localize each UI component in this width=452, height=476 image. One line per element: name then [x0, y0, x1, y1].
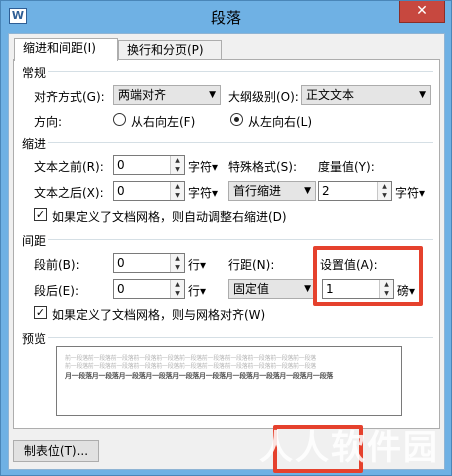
spin-up-icon[interactable]: ▲	[171, 254, 184, 263]
special-format-value: 首行缩进	[233, 184, 282, 198]
indent-before-unit[interactable]: 字符▾	[188, 158, 218, 175]
space-before-unit[interactable]: 行▾	[188, 256, 206, 273]
spinner-buttons: ▲ ▼	[170, 280, 184, 298]
spinner-buttons: ▲ ▼	[377, 182, 391, 200]
chevron-down-icon: ▼	[209, 90, 216, 100]
close-button[interactable]: ✕	[399, 1, 445, 23]
indent-grid-label[interactable]: 如果定义了文档网格，则自动调整右缩进(D)	[52, 208, 287, 225]
spinner-buttons: ▲ ▼	[170, 254, 184, 272]
space-before-label: 段前(B):	[34, 258, 80, 272]
spin-down-icon[interactable]: ▼	[171, 289, 184, 298]
general-heading: 常规	[22, 66, 47, 80]
tab-stops-button[interactable]: 制表位(T)...	[13, 440, 99, 462]
outline-select[interactable]: 正文文本 ▼	[301, 85, 431, 105]
space-after-value: 0	[117, 282, 125, 296]
measure-input[interactable]: 2 ▲ ▼	[318, 181, 392, 201]
outline-value: 正文文本	[306, 88, 355, 102]
dialog-client: 缩进和间距(I) 换行和分页(P) 常规 对齐方式(G): 两端对齐 ▼ 大纲级…	[8, 33, 445, 470]
line-spacing-value: 固定值	[233, 282, 270, 296]
preview-box: 前一段落前一段落前一段落前一段落前一段落前一段落前一段落前一段落前一段落前一段落…	[56, 346, 402, 416]
radio-rtl-label[interactable]: 从右向左(F)	[131, 113, 195, 130]
spinner-buttons: ▲ ▼	[170, 182, 184, 200]
outline-label: 大纲级别(O):	[228, 90, 299, 104]
spacing-heading: 间距	[22, 234, 47, 248]
watermark: 人人软件园	[259, 428, 439, 468]
indent-divider	[48, 142, 433, 143]
indent-before-input[interactable]: 0 ▲ ▼	[113, 155, 185, 175]
preview-current-line: 月一段落月一段落月一段落月一段落月一段落月一段落月一段落月一段落月一段落月一段落	[65, 372, 333, 380]
align-value: 两端对齐	[118, 88, 167, 102]
spacing-divider	[48, 239, 433, 240]
highlight-box	[313, 246, 423, 306]
space-before-value: 0	[117, 256, 125, 270]
space-after-input[interactable]: 0 ▲ ▼	[113, 279, 185, 299]
radio-rtl[interactable]	[113, 113, 126, 126]
spacing-grid-label[interactable]: 如果定义了文档网格，则与网格对齐(W)	[52, 306, 265, 323]
preview-heading: 预览	[22, 332, 47, 346]
chevron-down-icon: ▼	[304, 284, 311, 294]
general-divider	[48, 71, 433, 72]
dialog-title: 段落	[210, 9, 241, 27]
line-spacing-select[interactable]: 固定值 ▼	[228, 279, 316, 299]
indent-heading: 缩进	[22, 137, 47, 151]
spin-down-icon[interactable]: ▼	[171, 263, 184, 272]
space-after-unit[interactable]: 行▾	[188, 282, 206, 299]
tab-indent-spacing[interactable]: 缩进和间距(I)	[14, 38, 118, 61]
spacing-grid-checkbox[interactable]: ✓	[34, 306, 47, 319]
indent-after-value: 0	[117, 184, 125, 198]
chevron-down-icon: ▼	[419, 90, 426, 100]
special-format-label: 特殊格式(S):	[228, 160, 298, 174]
indent-after-input[interactable]: 0 ▲ ▼	[113, 181, 185, 201]
measure-value: 2	[322, 184, 330, 198]
spin-down-icon[interactable]: ▼	[171, 191, 184, 200]
spin-up-icon[interactable]: ▲	[171, 156, 184, 165]
align-label: 对齐方式(G):	[34, 90, 105, 104]
spin-down-icon[interactable]: ▼	[171, 165, 184, 174]
paragraph-dialog: W 段落 ✕ 缩进和间距(I) 换行和分页(P) 常规 对齐方式(G): 两端对…	[0, 0, 452, 476]
title-bar[interactable]: W 段落 ✕	[1, 1, 451, 33]
direction-label: 方向:	[34, 115, 63, 129]
spin-down-icon[interactable]: ▼	[378, 191, 391, 200]
spin-up-icon[interactable]: ▲	[378, 182, 391, 191]
space-before-input[interactable]: 0 ▲ ▼	[113, 253, 185, 273]
indent-before-label: 文本之前(R):	[34, 160, 104, 174]
preview-prev-line: 前一段落前一段落前一段落前一段落前一段落前一段落前一段落前一段落前一段落前一段落…	[65, 363, 316, 370]
radio-ltr[interactable]	[230, 113, 243, 126]
radio-ltr-label[interactable]: 从左向右(L)	[248, 113, 312, 130]
align-select[interactable]: 两端对齐 ▼	[113, 85, 221, 105]
line-spacing-label: 行距(N):	[228, 258, 275, 272]
measure-label: 度量值(Y):	[318, 160, 375, 174]
spin-up-icon[interactable]: ▲	[171, 182, 184, 191]
space-after-label: 段后(E):	[34, 284, 79, 298]
tab-panel: 常规 对齐方式(G): 两端对齐 ▼ 大纲级别(O): 正文文本 ▼ 方向: 从…	[13, 59, 440, 429]
indent-before-value: 0	[117, 158, 125, 172]
spinner-buttons: ▲ ▼	[170, 156, 184, 174]
indent-grid-checkbox[interactable]: ✓	[34, 208, 47, 221]
chevron-down-icon: ▼	[304, 186, 311, 196]
tab-line-page-breaks[interactable]: 换行和分页(P)	[118, 40, 222, 60]
preview-divider	[48, 337, 433, 338]
spin-up-icon[interactable]: ▲	[171, 280, 184, 289]
measure-unit[interactable]: 字符▾	[395, 184, 425, 201]
indent-after-label: 文本之后(X):	[34, 186, 104, 200]
indent-after-unit[interactable]: 字符▾	[188, 184, 218, 201]
special-format-select[interactable]: 首行缩进 ▼	[228, 181, 316, 201]
